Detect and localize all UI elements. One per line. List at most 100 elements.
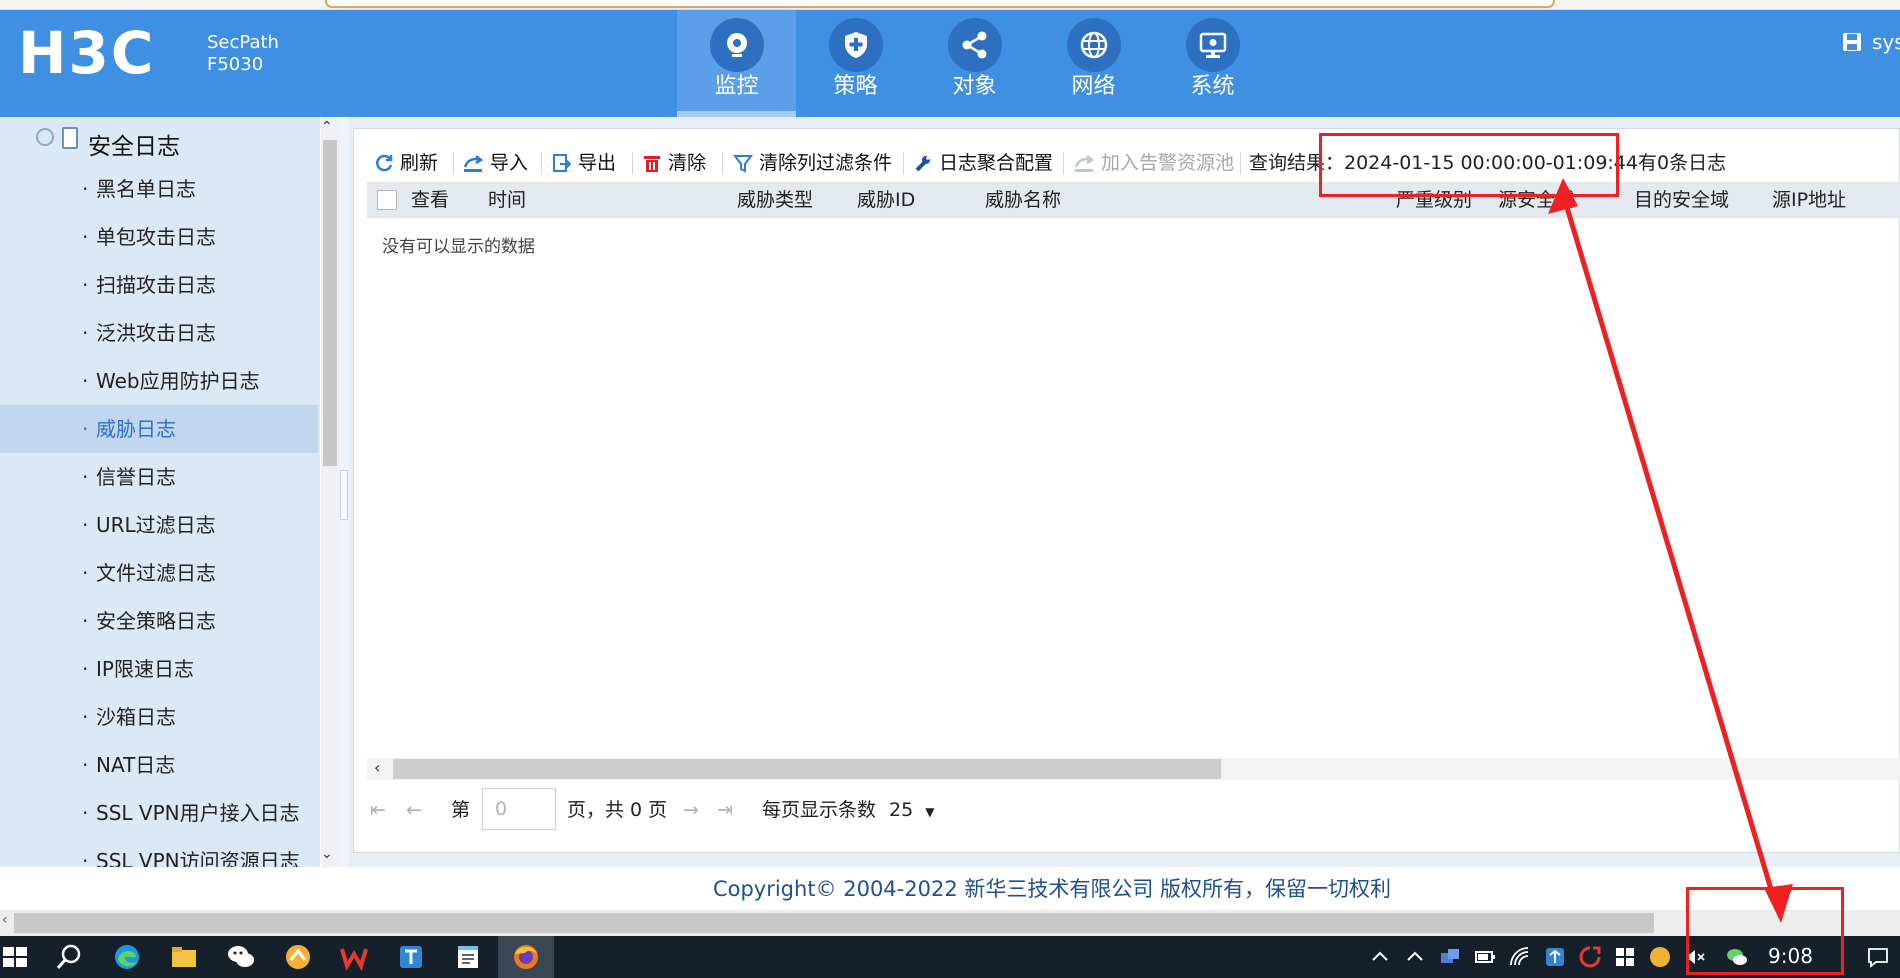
file-explorer-icon[interactable] — [169, 942, 199, 972]
app-grid-icon[interactable] — [1613, 945, 1637, 969]
scroll-left-icon[interactable]: ‹ — [2, 912, 8, 928]
sidebar-item-sslvpn-access-log[interactable]: · SSL VPN用户接入日志 — [0, 789, 318, 837]
per-page-select[interactable]: 25 ▼ — [889, 795, 934, 825]
sidebar-item-ip-rate-limit-log[interactable]: · IP限速日志 — [0, 645, 318, 693]
document-icon — [62, 127, 78, 149]
search-icon[interactable] — [54, 942, 84, 972]
nav-system[interactable]: 系统 — [1153, 10, 1272, 117]
previous-page-icon[interactable]: ← — [406, 795, 422, 825]
dropdown-arrow-icon: ▼ — [925, 805, 935, 819]
export-button[interactable]: 导出 — [552, 148, 616, 178]
annotation-box-query-result — [1319, 133, 1619, 197]
notification-center-icon[interactable] — [1866, 945, 1890, 969]
globe-icon — [1067, 18, 1121, 72]
nav-system-label: 系统 — [1190, 74, 1235, 99]
h3c-logo: H3C — [18, 19, 156, 87]
nav-object[interactable]: 对象 — [915, 10, 1034, 117]
sidebar-item-blacklist-log[interactable]: · 黑名单日志 — [0, 165, 318, 213]
export-icon — [553, 154, 572, 172]
clear-button[interactable]: 清除 — [642, 148, 706, 178]
edge-browser-icon[interactable] — [112, 942, 142, 972]
scroll-left-icon[interactable]: ‹ — [374, 758, 380, 777]
filter-icon — [733, 155, 753, 173]
wrench-icon — [915, 156, 930, 172]
nav-monitor[interactable]: 监控 — [677, 10, 796, 117]
firefox-icon[interactable] — [511, 942, 541, 972]
sidebar-item-waf-log[interactable]: · Web应用防护日志 — [0, 357, 318, 405]
nav-policy[interactable]: 策略 — [796, 10, 915, 117]
trash-icon — [644, 156, 660, 172]
refresh-icon — [376, 154, 393, 172]
battery-icon[interactable] — [1473, 945, 1497, 969]
log-aggregation-button[interactable]: 日志聚合配置 — [913, 148, 1053, 178]
column-header-view[interactable]: 查看 — [411, 182, 449, 218]
user-name[interactable]: sys — [1872, 30, 1900, 54]
page-number-input[interactable]: 0 — [482, 788, 556, 830]
nav-policy-label: 策略 — [833, 74, 878, 99]
page-scrollbar-thumb[interactable] — [14, 913, 1654, 933]
log-panel — [353, 128, 1900, 853]
first-page-icon[interactable]: ⇤ — [370, 795, 386, 825]
column-header-threat-id[interactable]: 威胁ID — [857, 182, 915, 218]
sidebar-item-flood-attack-log[interactable]: · 泛洪攻击日志 — [0, 309, 318, 357]
sidebar-scrollbar-thumb[interactable] — [323, 140, 337, 466]
nav-object-label: 对象 — [952, 74, 997, 99]
annotation-box-clock — [1686, 887, 1844, 975]
sidebar-section-title[interactable]: 安全日志 — [88, 127, 180, 161]
select-all-checkbox[interactable] — [377, 190, 397, 210]
column-header-time[interactable]: 时间 — [488, 182, 526, 218]
wechat-icon[interactable] — [226, 942, 256, 972]
wifi-icon[interactable] — [1508, 945, 1532, 969]
page-total-text: 页，共 0 页 — [567, 799, 668, 821]
import-icon — [463, 155, 484, 172]
device-model: SecPath F5030 — [207, 32, 279, 76]
column-header-threat-name[interactable]: 威胁名称 — [985, 182, 1061, 218]
collapse-toggle-icon[interactable] — [36, 128, 54, 146]
last-page-icon[interactable]: ⇥ — [717, 795, 733, 825]
refresh-button[interactable]: 刷新 — [374, 148, 438, 178]
notepad-icon[interactable] — [453, 942, 483, 972]
app-orange-icon[interactable] — [283, 942, 313, 972]
sidebar-item-reputation-log[interactable]: · 信誉日志 — [0, 453, 318, 501]
copyright-text: Copyright© 2004-2022 新华三技术有限公司 版权所有，保留一切… — [712, 877, 1392, 901]
chevron-up-icon[interactable] — [1368, 945, 1392, 969]
sidebar-item-scan-attack-log[interactable]: · 扫描攻击日志 — [0, 261, 318, 309]
column-header-dest-zone[interactable]: 目的安全域 — [1634, 182, 1729, 218]
clear-column-filter-button[interactable]: 清除列过滤条件 — [733, 148, 892, 178]
shield-plus-icon — [829, 18, 883, 72]
text-editor-icon[interactable] — [396, 942, 426, 972]
scroll-down-icon[interactable]: ⌄ — [321, 846, 333, 862]
sidebar-item-file-filter-log[interactable]: · 文件过滤日志 — [0, 549, 318, 597]
page-prefix: 第 — [451, 799, 471, 821]
antivirus-icon[interactable] — [1578, 945, 1602, 969]
next-page-icon[interactable]: → — [683, 795, 699, 825]
share-nodes-icon — [948, 18, 1002, 72]
table-scrollbar-thumb[interactable] — [393, 759, 1221, 779]
add-to-alarm-pool-button[interactable]: 加入告警资源池 — [1073, 148, 1234, 178]
vpn-shield-icon[interactable] — [1543, 945, 1567, 969]
address-bar[interactable] — [325, 0, 1555, 8]
chevron-up-icon[interactable] — [1403, 945, 1427, 969]
nav-monitor-label: 监控 — [714, 74, 759, 99]
orange-app-icon[interactable] — [1648, 945, 1672, 969]
column-header-threat-type[interactable]: 威胁类型 — [737, 182, 813, 218]
import-button[interactable]: 导入 — [462, 148, 528, 178]
splitter-handle[interactable] — [340, 470, 348, 520]
nav-network[interactable]: 网络 — [1034, 10, 1153, 117]
sidebar-item-threat-log[interactable]: · 威胁日志 — [0, 405, 318, 453]
sidebar-item-security-policy-log[interactable]: · 安全策略日志 — [0, 597, 318, 645]
sidebar-item-single-packet-attack-log[interactable]: · 单包攻击日志 — [0, 213, 318, 261]
windows-start-icon[interactable] — [0, 942, 30, 972]
system-screen-icon — [1186, 18, 1240, 72]
sidebar-item-sslvpn-resource-log[interactable]: · SSL VPN访问资源日志 — [0, 837, 318, 867]
column-header-source-ip[interactable]: 源IP地址 — [1772, 182, 1846, 218]
sidebar-item-url-filter-log[interactable]: · URL过滤日志 — [0, 501, 318, 549]
sidebar-item-nat-log[interactable]: · NAT日志 — [0, 741, 318, 789]
network-drive-icon[interactable] — [1438, 945, 1462, 969]
sidebar-item-sandbox-log[interactable]: · 沙箱日志 — [0, 693, 318, 741]
import-icon — [1074, 155, 1095, 172]
scroll-up-icon[interactable]: ⌃ — [321, 119, 333, 135]
wps-office-icon[interactable] — [339, 942, 369, 972]
save-icon[interactable] — [1842, 32, 1862, 52]
model-line-2: F5030 — [207, 54, 264, 75]
